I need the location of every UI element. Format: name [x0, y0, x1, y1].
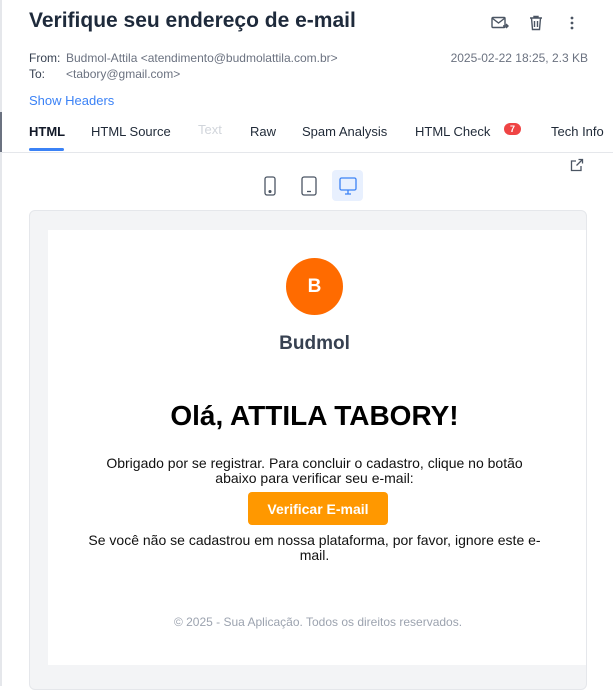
body-text: Obrigado por se registrar. Para concluir… [106, 455, 523, 486]
forward-mail-icon[interactable] [489, 12, 511, 34]
tab-tech-info[interactable]: Tech Info [551, 124, 604, 139]
from-value: Budmol-Attila <atendimento@budmolattila.… [66, 51, 338, 65]
to-row: To: <tabory@gmail.com> [29, 67, 180, 81]
from-label: From: [29, 51, 61, 65]
to-label: To: [29, 67, 46, 81]
tab-spam-analysis[interactable]: Spam Analysis [302, 124, 387, 139]
greeting-heading: Olá, ATTILA TABORY! [170, 400, 459, 431]
left-border [0, 0, 2, 686]
brand-name: Budmol [279, 333, 350, 354]
show-headers-link[interactable]: Show Headers [29, 93, 114, 108]
ignore-note: Se você não se cadastrou em nossa plataf… [88, 532, 541, 563]
footer-copyright: © 2025 - Sua Aplicação. Todos os direito… [173, 615, 463, 629]
open-external-icon[interactable] [570, 158, 584, 172]
more-vertical-icon[interactable] [561, 12, 583, 34]
email-card: B Budmol Olá, ATTILA TABORY! Obrigado po… [48, 230, 586, 665]
view-tabs: HTML HTML Source Text Raw Spam Analysis … [0, 118, 613, 153]
device-switcher [254, 170, 363, 201]
verify-email-button[interactable]: Verificar E-mail [248, 492, 388, 525]
tab-html[interactable]: HTML [29, 124, 65, 139]
email-preview-frame: B Budmol Olá, ATTILA TABORY! Obrigado po… [29, 210, 587, 690]
active-tab-indicator [29, 148, 64, 151]
tab-html-check[interactable]: HTML Check [415, 124, 490, 139]
tab-text: Text [198, 122, 222, 137]
brand-logo: B [286, 258, 343, 315]
tab-html-source[interactable]: HTML Source [91, 124, 171, 139]
email-subject: Verifique seu endereço de e-mail [29, 9, 356, 32]
tab-raw[interactable]: Raw [250, 124, 276, 139]
html-check-badge: 7 [504, 123, 522, 135]
tablet-view-icon[interactable] [293, 170, 324, 201]
trash-icon[interactable] [525, 12, 547, 34]
to-value: <tabory@gmail.com> [66, 67, 181, 81]
desktop-view-icon[interactable] [332, 170, 363, 201]
date-size: 2025-02-22 18:25, 2.3 KB [450, 51, 588, 65]
message-actions [489, 12, 583, 34]
mobile-view-icon[interactable] [254, 170, 285, 201]
from-row: From: Budmol-Attila <atendimento@budmolat… [29, 51, 338, 65]
